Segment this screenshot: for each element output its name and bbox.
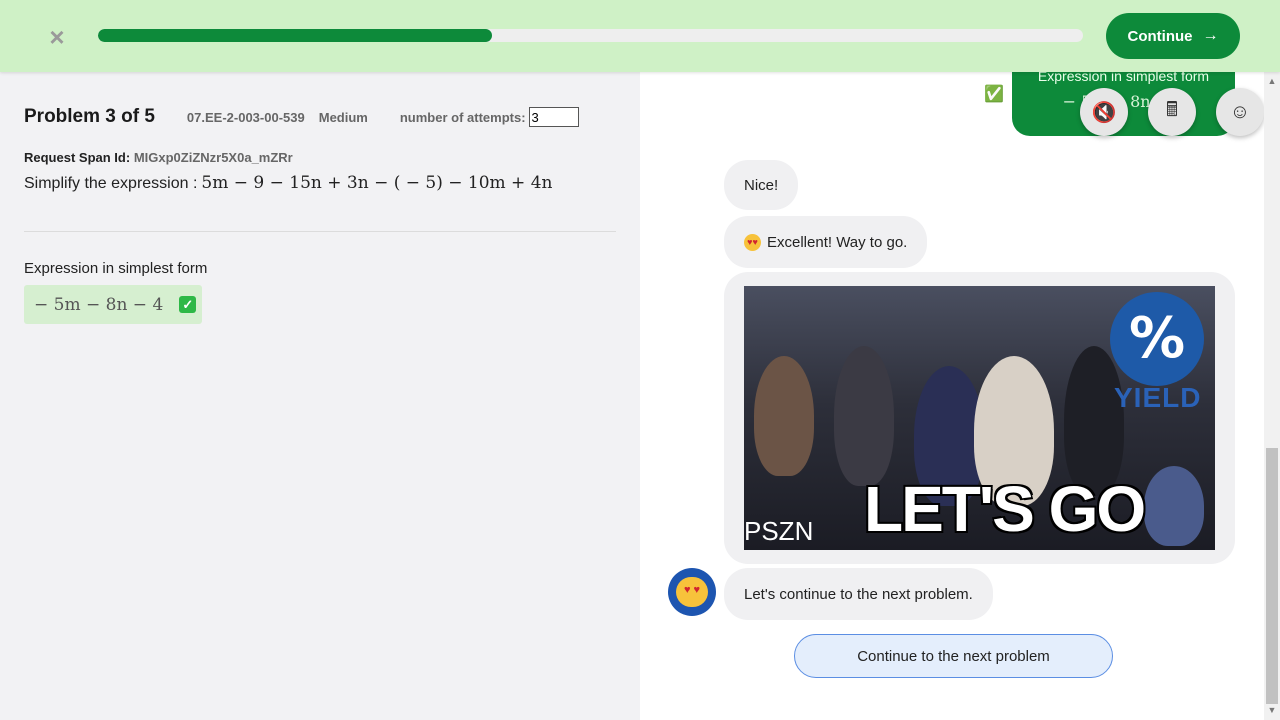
prompt-text: Simplify the expression : [24,175,198,192]
chat-panel: ✅ Expression in simplest form − 5m − 8n … [640,72,1264,720]
attempts-input[interactable] [528,107,579,127]
user-bubble-label: Expression in simplest form [1037,72,1210,84]
answer-field[interactable]: − 5m − 8n − 4 ✓ [24,285,202,324]
brain-icon: ☺ [1229,100,1251,123]
scroll-down-icon[interactable]: ▼ [1264,705,1280,717]
request-span-id: Request Span Id: MIGxp0ZiZNzr5X0a_mZRr [24,150,293,165]
progress-bar-fill [98,29,492,42]
problem-title: Problem 3 of 5 [24,106,155,127]
yield-logo-icon: % [1110,292,1204,386]
answer-value: − 5m − 8n − 4 [34,294,164,315]
gif-message: % YIELD LET'S GO PSZN [724,272,1235,564]
span-id-value: MIGxp0ZiZNzr5X0a_mZRr [133,150,293,165]
attempts-label: number of attempts: [399,109,526,125]
divider [24,231,616,232]
heart-eyes-cat-icon: ♥ ♥ [676,577,708,607]
difficulty-label: Medium [318,109,368,125]
chat-message: Let's continue to the next problem. [724,568,993,620]
heart-eyes-emoji-icon: ♥♥ [744,233,761,251]
problem-panel: Problem 3 of 5 07.EE-2-003-00-539 Medium… [0,72,640,720]
progress-bar [98,29,1083,42]
mute-icon: 🔇 [1091,101,1117,124]
brain-button[interactable]: ☺ [1216,88,1264,136]
yield-logo-text: YIELD [1114,382,1202,413]
gif-corner-text: PSZN [744,516,814,546]
check-icon: ✓ [179,296,197,313]
celebration-gif: % YIELD LET'S GO PSZN [744,286,1215,550]
problem-prompt: Simplify the expression : 5m − 9 − 15n +… [24,173,552,193]
mute-button[interactable]: 🔇 [1080,88,1128,136]
problem-code: 07.EE-2-003-00-539 [186,109,305,125]
calculator-icon: 🖩 [1166,99,1178,121]
message-text: Let's continue to the next problem. [744,585,973,603]
top-bar: × Continue → [0,0,1280,72]
message-text: Excellent! Way to go. [767,233,908,251]
gif-caption: LET'S GO [864,473,1146,545]
check-icon: ✅ [984,86,1004,103]
message-text: Nice! [744,176,779,194]
bot-avatar: ♥ ♥ [668,568,716,616]
continue-button-label: Continue [1127,27,1193,45]
answer-label: Expression in simplest form [24,260,208,277]
scrollbar-thumb[interactable] [1266,448,1278,704]
calculator-button[interactable]: 🖩 [1148,88,1196,136]
close-icon[interactable]: × [44,24,70,50]
continue-button[interactable]: Continue → [1106,13,1240,59]
scroll-up-icon[interactable]: ▲ [1264,76,1280,88]
chat-message: ♥♥ Excellent! Way to go. [724,216,928,268]
next-problem-button[interactable]: Continue to the next problem [794,634,1113,678]
problem-expression: 5m − 9 − 15n + 3n − ( − 5) − 10m + 4n [201,173,553,193]
chat-message: Nice! [724,160,799,210]
problem-header: Problem 3 of 5 07.EE-2-003-00-539 Medium… [24,106,579,128]
scrollbar[interactable]: ▲ ▼ [1264,72,1280,720]
arrow-right-icon: → [1202,27,1219,44]
span-id-label: Request Span Id: [24,150,131,165]
